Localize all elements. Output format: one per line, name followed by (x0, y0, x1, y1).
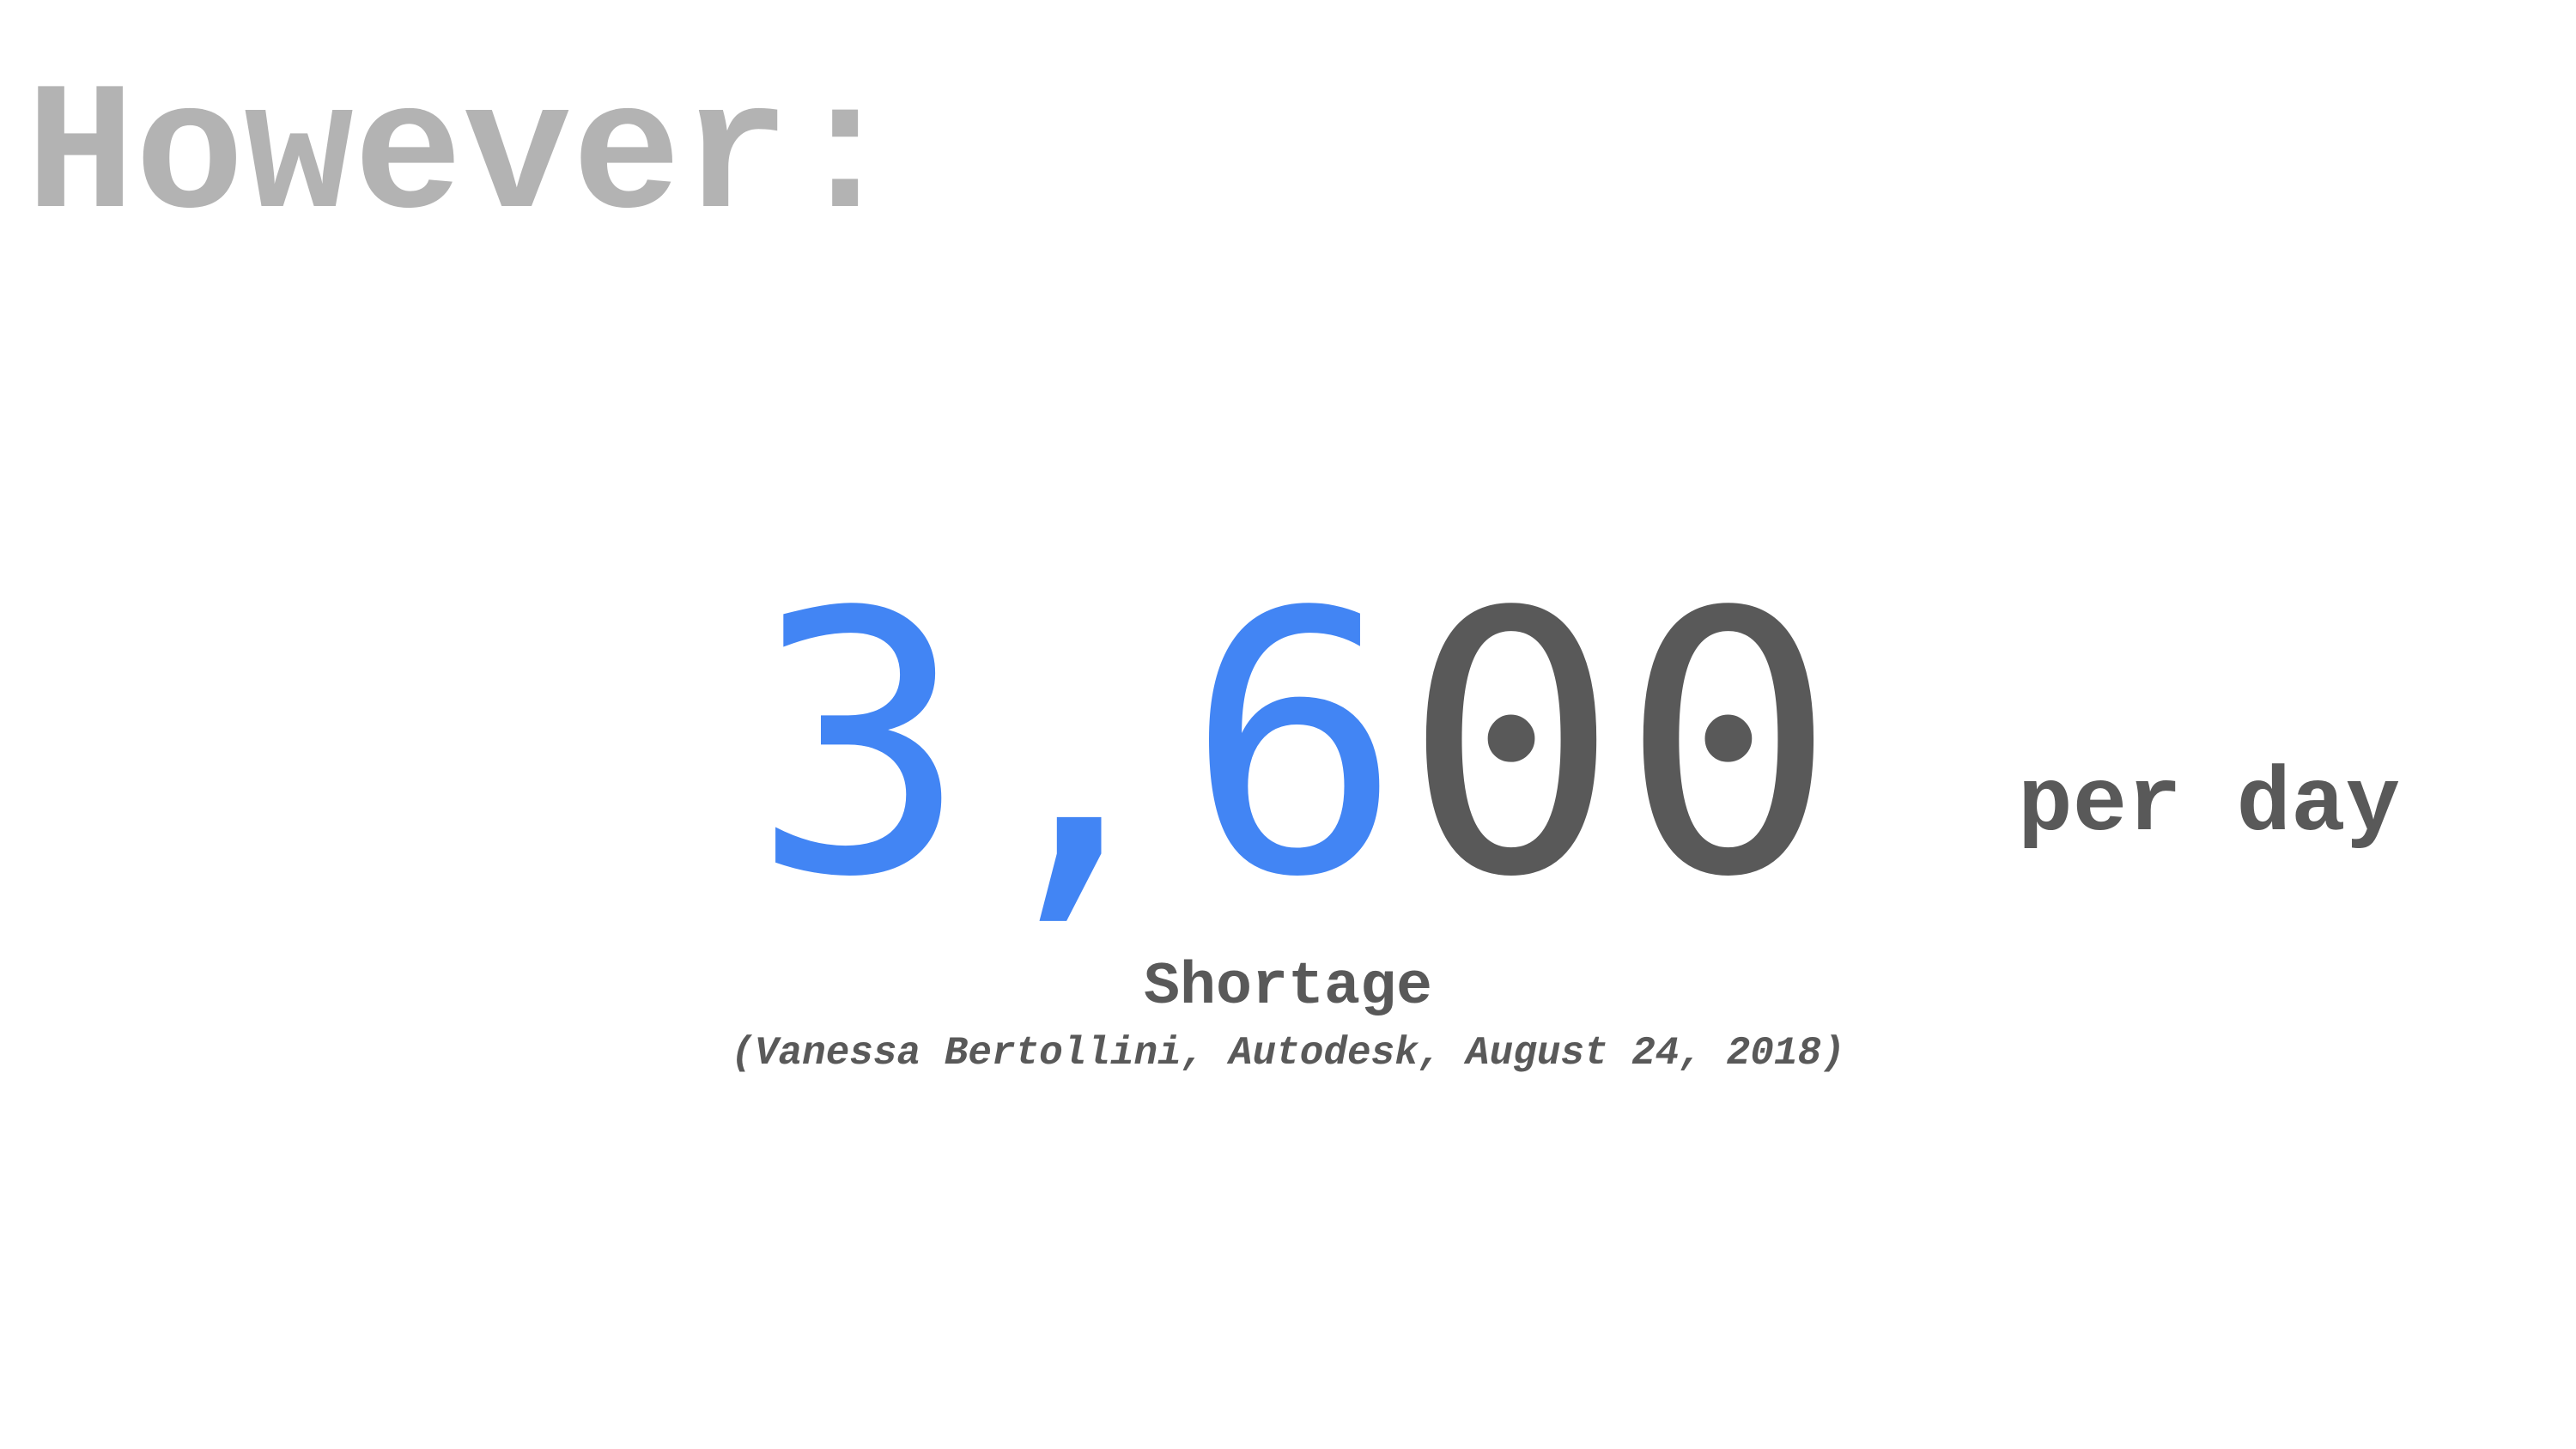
shortage-figure: 3,600 (751, 567, 1837, 927)
shortage-figure-highlight: 3,6 (751, 537, 1403, 956)
figure-source: (Vanessa Bertollini, Autodesk, August 24… (731, 1031, 1845, 1076)
slide: However: 3,600 per day Shortage (Vanessa… (0, 0, 2576, 1449)
figure-unit: per day (2018, 754, 2401, 857)
shortage-figure-rest: 00 (1402, 537, 1838, 956)
figure-label: Shortage (1143, 954, 1433, 1022)
slide-heading: However: (26, 55, 900, 261)
